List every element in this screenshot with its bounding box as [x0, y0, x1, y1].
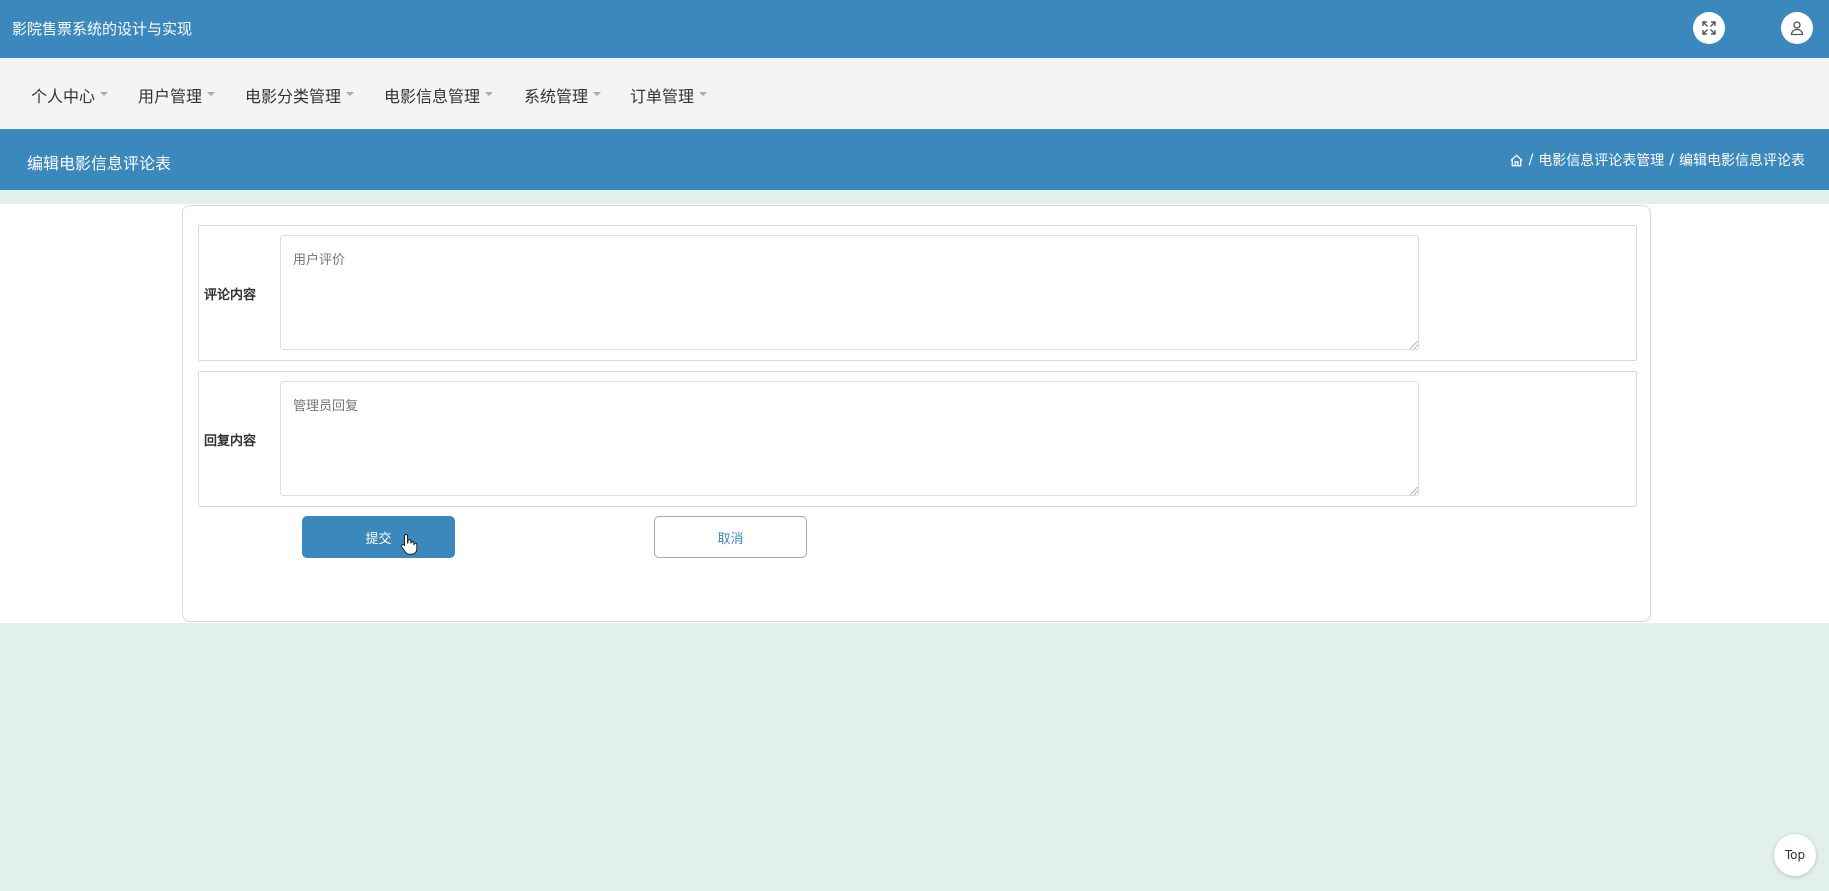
submit-button[interactable]: 提交 [302, 516, 455, 558]
page-title: 编辑电影信息评论表 [27, 154, 172, 173]
breadcrumb-separator: / [1669, 152, 1674, 168]
nav-item-order-management[interactable]: 订单管理 [630, 83, 708, 107]
back-to-top-button[interactable]: Top [1774, 834, 1816, 876]
main-navigation: 个人中心 用户管理 电影分类管理 电影信息管理 系统管理 订单管理 [0, 58, 1829, 129]
caret-down-icon [100, 92, 109, 96]
form-row-reply: 回复内容 [198, 371, 1637, 507]
edit-form: 评论内容 回复内容 提交 取消 [182, 205, 1651, 622]
reply-content-input[interactable] [280, 381, 1419, 496]
nav-item-system-management[interactable]: 系统管理 [524, 83, 602, 107]
nav-item-label: 电影分类管理 [245, 87, 342, 106]
nav-item-user-management[interactable]: 用户管理 [138, 83, 216, 107]
reply-content-label: 回复内容 [204, 434, 257, 449]
nav-item-label: 用户管理 [138, 87, 203, 106]
nav-item-movie-category-management[interactable]: 电影分类管理 [245, 83, 355, 107]
caret-down-icon [699, 92, 708, 96]
nav-item-label: 系统管理 [524, 87, 589, 106]
cancel-button[interactable]: 取消 [654, 516, 807, 558]
comment-content-label: 评论内容 [204, 288, 257, 303]
breadcrumb-item-edit-comment: 编辑电影信息评论表 [1679, 153, 1805, 169]
top-header: 影院售票系统的设计与实现 [0, 0, 1829, 58]
nav-item-label: 订单管理 [630, 87, 695, 106]
app-title: 影院售票系统的设计与实现 [12, 20, 193, 38]
page-header: 编辑电影信息评论表 / 电影信息评论表管理 / 编辑电影信息评论表 [0, 129, 1829, 190]
comment-content-input[interactable] [280, 235, 1419, 350]
home-icon[interactable] [1509, 153, 1524, 168]
nav-item-label: 个人中心 [31, 87, 96, 106]
nav-item-label: 电影信息管理 [384, 87, 481, 106]
caret-down-icon [207, 92, 216, 96]
caret-down-icon [593, 92, 602, 96]
resize-handle-icon[interactable] [1410, 487, 1418, 495]
nav-item-personal-center[interactable]: 个人中心 [31, 83, 109, 107]
form-row-comment: 评论内容 [198, 225, 1637, 361]
nav-item-movie-info-management[interactable]: 电影信息管理 [384, 83, 494, 107]
breadcrumb-item-comment-management[interactable]: 电影信息评论表管理 [1538, 150, 1664, 170]
caret-down-icon [346, 92, 355, 96]
hand-cursor-icon [401, 533, 418, 555]
breadcrumb-separator: / [1528, 152, 1534, 168]
breadcrumb: / 电影信息评论表管理 / 编辑电影信息评论表 [1509, 150, 1805, 170]
user-button[interactable] [1781, 12, 1813, 44]
expand-icon [1702, 21, 1716, 35]
caret-down-icon [485, 92, 494, 96]
fullscreen-button[interactable] [1693, 12, 1725, 44]
user-icon [1790, 21, 1804, 36]
resize-handle-icon[interactable] [1410, 341, 1418, 349]
